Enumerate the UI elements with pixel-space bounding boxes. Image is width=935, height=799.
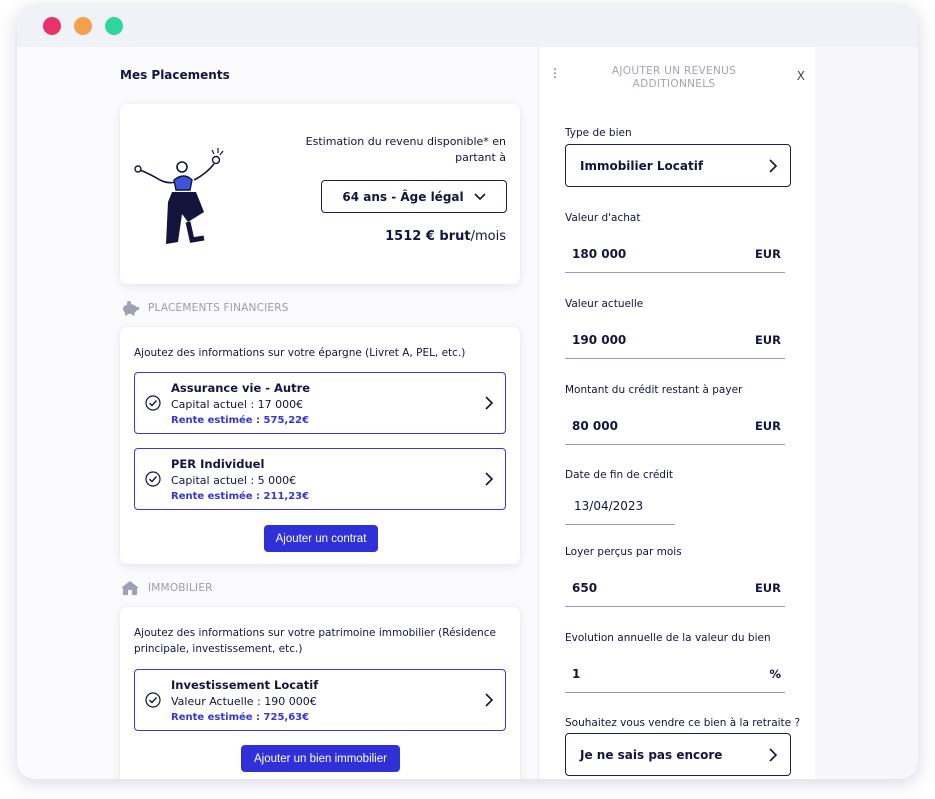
financial-section-header: PLACEMENTS FINANCIERS: [120, 300, 289, 316]
retirement-age-value: 64 ans - Âge légal: [342, 189, 464, 204]
credit-remaining-label: Montant du crédit restant à payer: [565, 384, 743, 396]
currency-unit: EUR: [754, 580, 781, 595]
rent-value: 650: [572, 580, 598, 595]
rent-input[interactable]: 650 EUR: [565, 569, 785, 607]
growth-value: 1: [572, 666, 581, 681]
currency-unit: EUR: [754, 418, 781, 433]
property-rente: Rente estimée : 725,63€: [171, 712, 310, 723]
percent-unit: %: [769, 666, 781, 681]
current-value-input[interactable]: 190 000 EUR: [565, 321, 785, 359]
realestate-card: Ajoutez des informations sur votre patri…: [120, 607, 520, 779]
purchase-value-label: Valeur d'achat: [565, 212, 641, 224]
contract-name: PER Individuel: [171, 457, 265, 471]
window-maximize-dot[interactable]: [105, 17, 123, 35]
contract-capital: Capital actuel : 5 000€: [171, 474, 297, 487]
chevron-right-icon: [485, 396, 494, 410]
piggy-bank-icon: [123, 301, 139, 316]
contract-name: Assurance vie - Autre: [171, 381, 311, 395]
financial-section-label: PLACEMENTS FINANCIERS: [148, 302, 289, 314]
chevron-down-icon: [474, 192, 486, 200]
retirement-estimate-card: Estimation du revenu disponible* en part…: [120, 104, 520, 284]
realestate-intro: Ajoutez des informations sur votre patri…: [134, 627, 496, 655]
currency-unit: EUR: [754, 246, 781, 261]
credit-end-value: 13/04/2023: [574, 498, 644, 513]
window-close-dot[interactable]: [43, 17, 61, 35]
financial-intro: Ajoutez des informations sur votre éparg…: [134, 347, 466, 359]
current-value-label: Valeur actuelle: [565, 298, 644, 310]
retirement-age-select[interactable]: 64 ans - Âge légal: [321, 180, 507, 213]
credit-remaining-value: 80 000: [572, 418, 618, 433]
panel-title: AJOUTER UN REVENUS ADDITIONNELS: [611, 65, 737, 90]
placements-pane: Mes Placements Estimation du revenu disp…: [17, 47, 537, 779]
property-name: Investissement Locatif: [171, 678, 319, 692]
check-circle-icon: [145, 471, 161, 487]
property-item-investissement-locatif[interactable]: Investissement Locatif Valeur Actuelle :…: [134, 669, 506, 731]
current-value: 190 000: [572, 332, 627, 347]
monthly-income: 1512 € brut/mois: [385, 229, 506, 244]
app-window: Mes Placements Estimation du revenu disp…: [17, 5, 918, 779]
purchase-value-input[interactable]: 180 000 EUR: [565, 235, 785, 273]
chevron-right-icon: [485, 472, 494, 486]
contract-rente: Rente estimée : 575,22€: [171, 415, 310, 426]
credit-end-label: Date de fin de crédit: [565, 469, 673, 481]
walking-person-illustration: [134, 148, 224, 244]
property-type-select[interactable]: Immobilier Locatif: [565, 144, 791, 187]
credit-end-date-input[interactable]: 13/04/2023: [565, 487, 675, 525]
income-amount: 1512 € brut: [385, 229, 471, 244]
income-unit: /mois: [470, 229, 506, 244]
chevron-right-icon: [485, 693, 494, 707]
purchase-value: 180 000: [572, 246, 627, 261]
property-type-value: Immobilier Locatif: [580, 158, 704, 173]
credit-remaining-input[interactable]: 80 000 EUR: [565, 407, 785, 445]
check-circle-icon: [145, 395, 161, 411]
sell-question-label: Souhaitez vous vendre ce bien à la retra…: [565, 717, 801, 729]
add-contract-button[interactable]: Ajouter un contrat: [264, 525, 378, 552]
add-income-panel: ⋮ AJOUTER UN REVENUS ADDITIONNELS X Type…: [538, 47, 815, 779]
house-icon: [121, 581, 139, 595]
chevron-right-icon: [769, 747, 778, 762]
kebab-menu-icon[interactable]: ⋮: [549, 67, 561, 79]
check-circle-icon: [145, 692, 161, 708]
contract-item-per[interactable]: PER Individuel Capital actuel : 5 000€ R…: [134, 448, 506, 510]
window-minimize-dot[interactable]: [74, 17, 92, 35]
estimate-label: Estimation du revenu disponible* en part…: [305, 135, 506, 164]
contract-rente: Rente estimée : 211,23€: [171, 491, 310, 502]
contract-capital: Capital actuel : 17 000€: [171, 398, 304, 411]
property-value: Valeur Actuelle : 190 000€: [171, 695, 317, 708]
realestate-section-label: IMMOBILIER: [148, 582, 213, 594]
add-property-button[interactable]: Ajouter un bien immobilier: [241, 745, 400, 772]
currency-unit: EUR: [754, 332, 781, 347]
chevron-right-icon: [769, 158, 778, 173]
sell-at-retirement-value: Je ne sais pas encore: [580, 747, 723, 762]
growth-input[interactable]: 1 %: [565, 655, 785, 693]
financial-placements-card: Ajoutez des informations sur votre éparg…: [120, 327, 520, 564]
sell-at-retirement-select[interactable]: Je ne sais pas encore: [565, 733, 791, 776]
type-label: Type de bien: [565, 127, 632, 139]
rent-label: Loyer perçus par mois: [565, 546, 682, 558]
page-title: Mes Placements: [120, 68, 230, 82]
realestate-section-header: IMMOBILIER: [120, 580, 213, 596]
close-icon[interactable]: X: [797, 69, 805, 83]
window-titlebar: [17, 5, 918, 47]
contract-item-assurance-vie[interactable]: Assurance vie - Autre Capital actuel : 1…: [134, 372, 506, 434]
growth-label: Evolution annuelle de la valeur du bien: [565, 632, 771, 644]
